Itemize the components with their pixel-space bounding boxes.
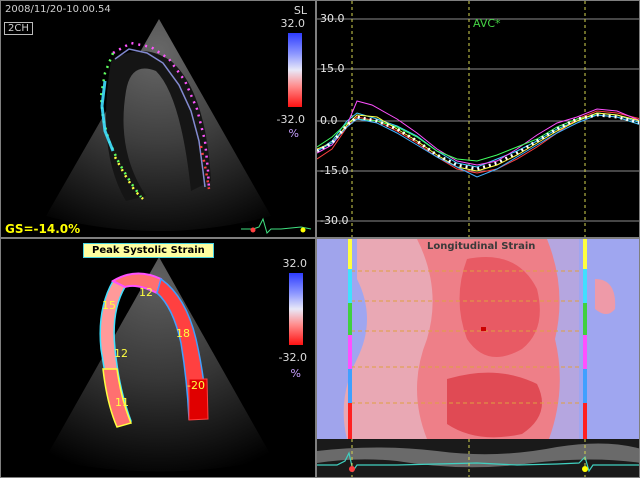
view-label: 2CH — [4, 22, 33, 35]
y-tick-0: 0.0 — [320, 114, 338, 127]
longitudinal-strain-map-panel[interactable]: Longitudinal Strain — [316, 238, 640, 478]
echo-2d-tracking-panel[interactable]: 2008/11/20-10.00.54 2CH SL 32.0 -32.0 % … — [0, 0, 316, 238]
y-tick-15: 15.0 — [320, 62, 345, 75]
curve-segment-4 — [317, 114, 639, 162]
strain-color-bar — [288, 33, 302, 107]
avc-label: AVC* — [473, 17, 501, 30]
longitudinal-strain-title: Longitudinal Strain — [427, 241, 536, 252]
strain-curves-panel[interactable]: 30.0 15.0 0.0 -15.0 -30.0 AVC* — [316, 0, 640, 238]
segment-strain-image — [45, 257, 273, 472]
curve-segment-3 — [317, 100, 639, 166]
curve-segment-5 — [317, 112, 639, 172]
scale-min: -32.0 — [276, 113, 305, 126]
echo-tracking-image — [46, 19, 312, 234]
segment-value-apical-septal: 15 — [102, 299, 116, 312]
scale-unit: % — [288, 127, 299, 140]
segment-value-basal-lateral: -20 — [187, 379, 205, 392]
segment-value-basal-septal: 11 — [115, 396, 129, 409]
y-tick-30: 30.0 — [320, 12, 345, 25]
segment-value-apical: 12 — [139, 286, 153, 299]
peak-systolic-title: Peak Systolic Strain — [83, 243, 214, 258]
y-tick-minus-15: -15.0 — [320, 164, 349, 177]
scale-unit-2: % — [290, 367, 301, 380]
scale-max-2: 32.0 — [282, 257, 308, 270]
strain-color-bar-2 — [289, 273, 303, 345]
timestamp: 2008/11/20-10.00.54 — [5, 4, 111, 15]
peak-systolic-strain-panel[interactable]: Peak Systolic Strain 12 15 18 12 -20 11 … — [0, 238, 316, 478]
segment-value-mid-septal: 12 — [114, 347, 128, 360]
global-strain-value: GS=-14.0% — [5, 222, 81, 236]
scale-min-2: -32.0 — [278, 351, 307, 364]
strain-color-map — [317, 239, 639, 477]
strain-curves-plot — [317, 1, 639, 237]
scale-max: 32.0 — [280, 17, 306, 30]
segment-value-mid-lateral: 18 — [176, 327, 190, 340]
scale-label: SL — [293, 4, 307, 17]
y-tick-minus-30: -30.0 — [320, 214, 349, 227]
